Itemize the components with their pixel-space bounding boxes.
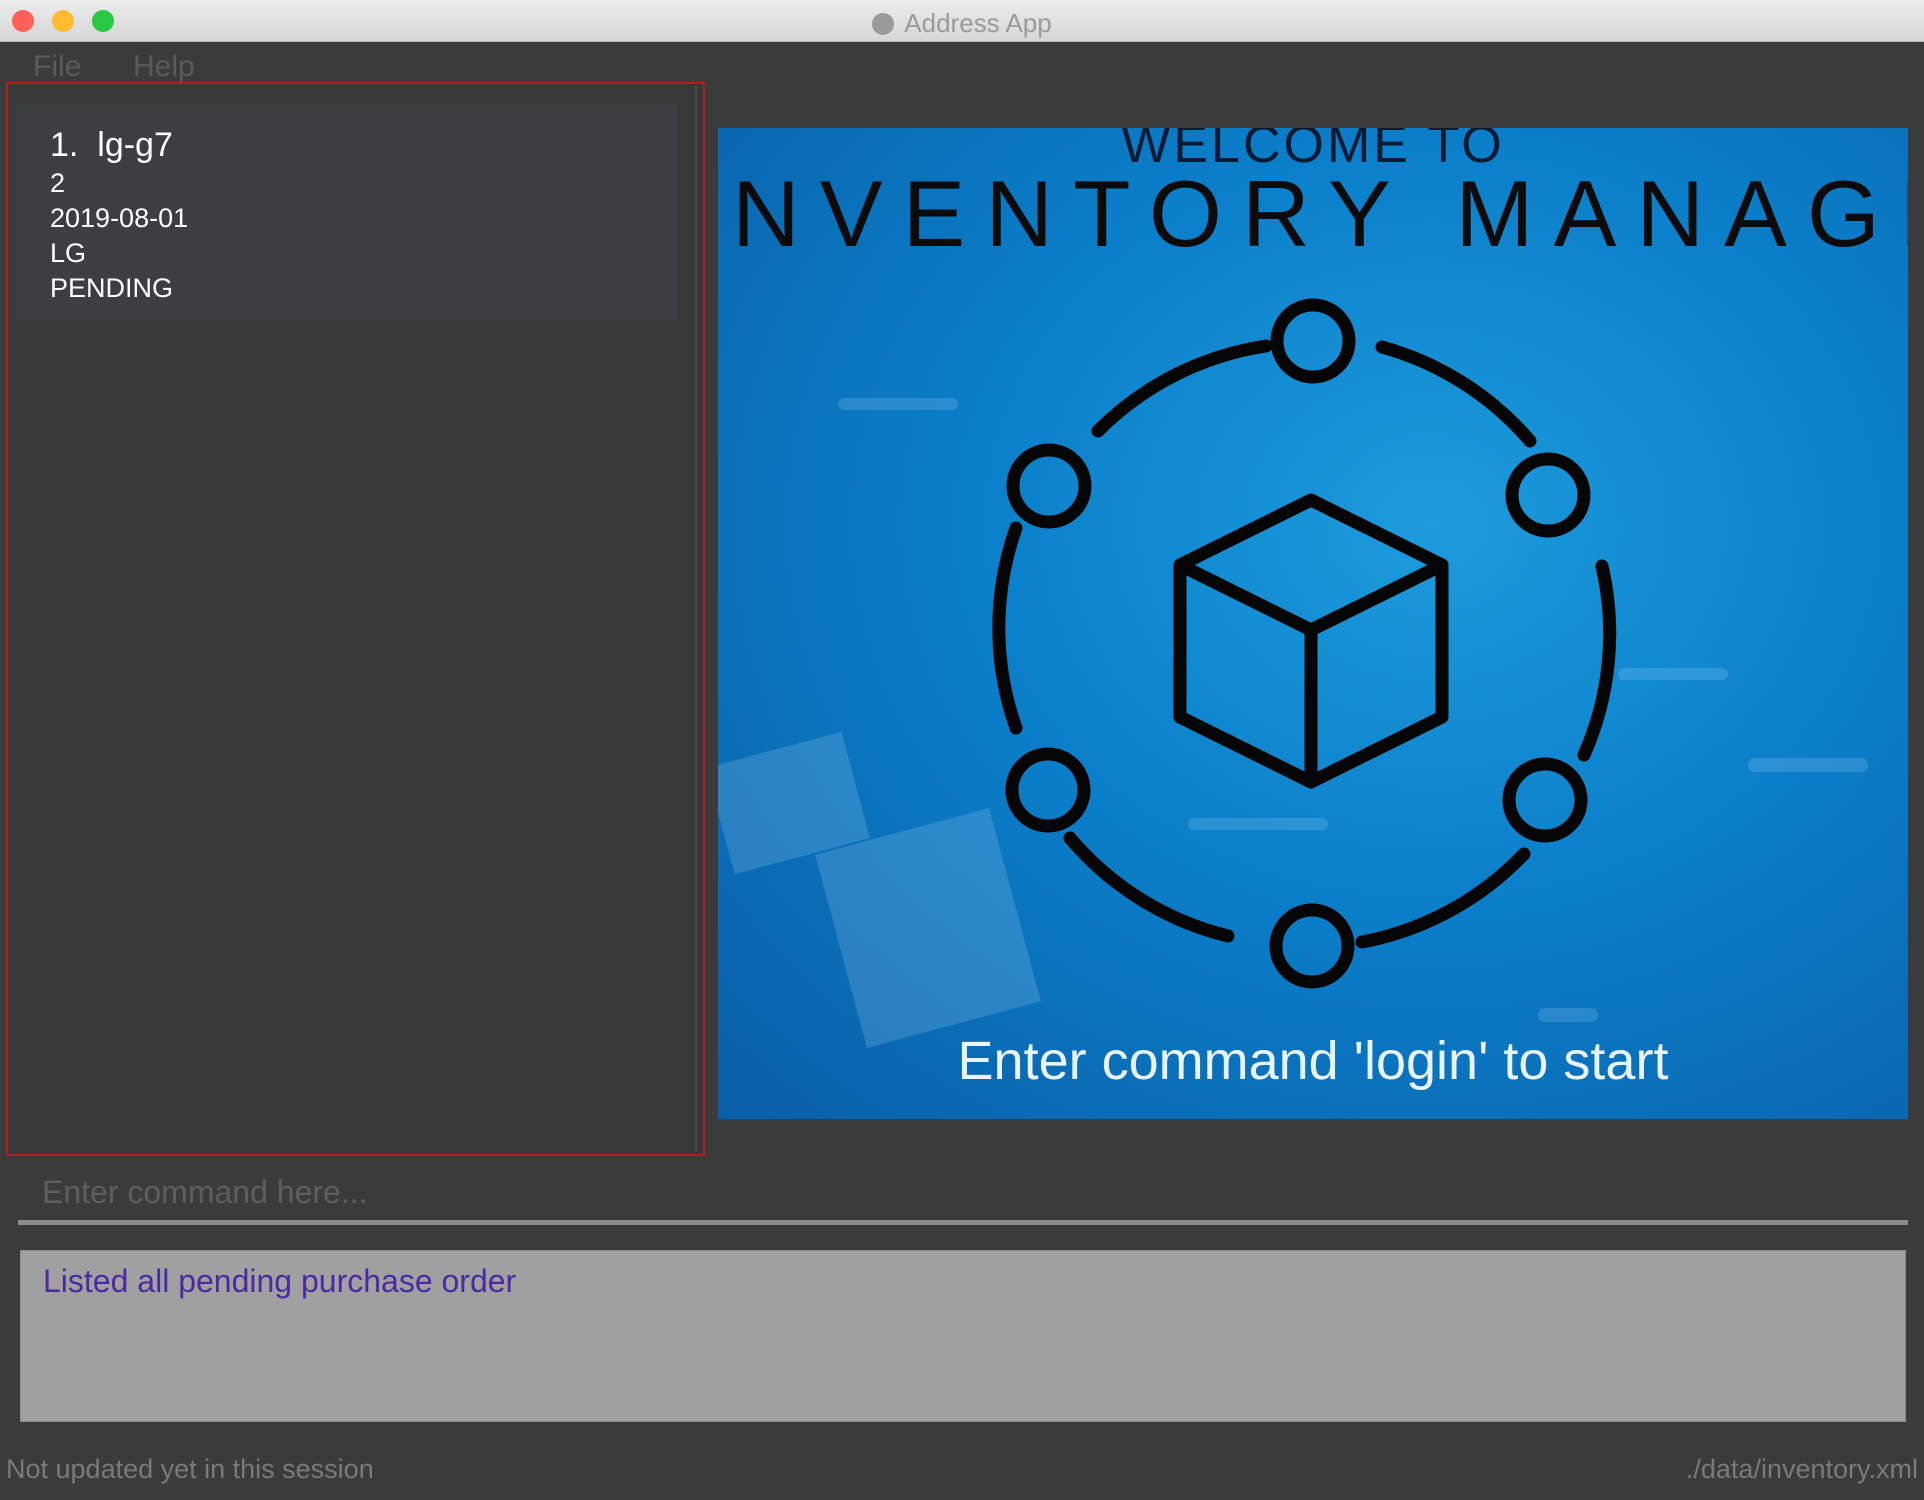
welcome-graphic: WELCOME TO NVENTORY MANAGER Enter comman…: [718, 128, 1908, 1091]
window-title: Address App: [0, 8, 1924, 39]
save-location: ./data/inventory.xml: [1685, 1454, 1918, 1484]
result-display: Listed all pending purchase order: [20, 1250, 1906, 1422]
card-status: PENDING: [50, 273, 174, 303]
command-box: [18, 1160, 1908, 1230]
card-quantity: 2: [50, 168, 66, 198]
welcome-instruction: Enter command 'login' to start: [958, 1031, 1669, 1091]
title-bar: Address App: [0, 0, 1924, 42]
window-title-text: Address App: [904, 8, 1052, 38]
purchase-order-list-panel[interactable]: 1. lg-g7 2 2019-08-01 LG PENDING: [6, 82, 705, 1156]
card-item-name: lg-g7: [97, 126, 173, 164]
list-scrollbar[interactable]: [695, 86, 697, 1152]
card-header: 1. lg-g7: [50, 124, 678, 166]
card-index: 1.: [50, 126, 79, 164]
network-box-icon: [992, 298, 1617, 989]
status-bar: Not updated yet in this session ./data/i…: [0, 1438, 1924, 1500]
card-date: 2019-08-01: [50, 203, 189, 233]
welcome-panel: WELCOME TO NVENTORY MANAGER Enter comman…: [718, 128, 1908, 1119]
app-icon: [872, 13, 895, 35]
purchase-order-card[interactable]: 1. lg-g7 2 2019-08-01 LG PENDING: [16, 104, 678, 320]
sync-status: Not updated yet in this session: [6, 1454, 374, 1484]
menu-file[interactable]: File: [33, 50, 81, 84]
menu-bar: File Help: [0, 42, 1924, 84]
menu-help[interactable]: Help: [133, 50, 195, 84]
command-underline: [18, 1220, 1908, 1225]
command-input[interactable]: [18, 1160, 1908, 1224]
welcome-line-2: NVENTORY MANAGER: [732, 161, 1908, 266]
result-message: Listed all pending purchase order: [43, 1263, 517, 1299]
card-supplier: LG: [50, 238, 87, 268]
background-pattern: [718, 398, 1868, 1048]
